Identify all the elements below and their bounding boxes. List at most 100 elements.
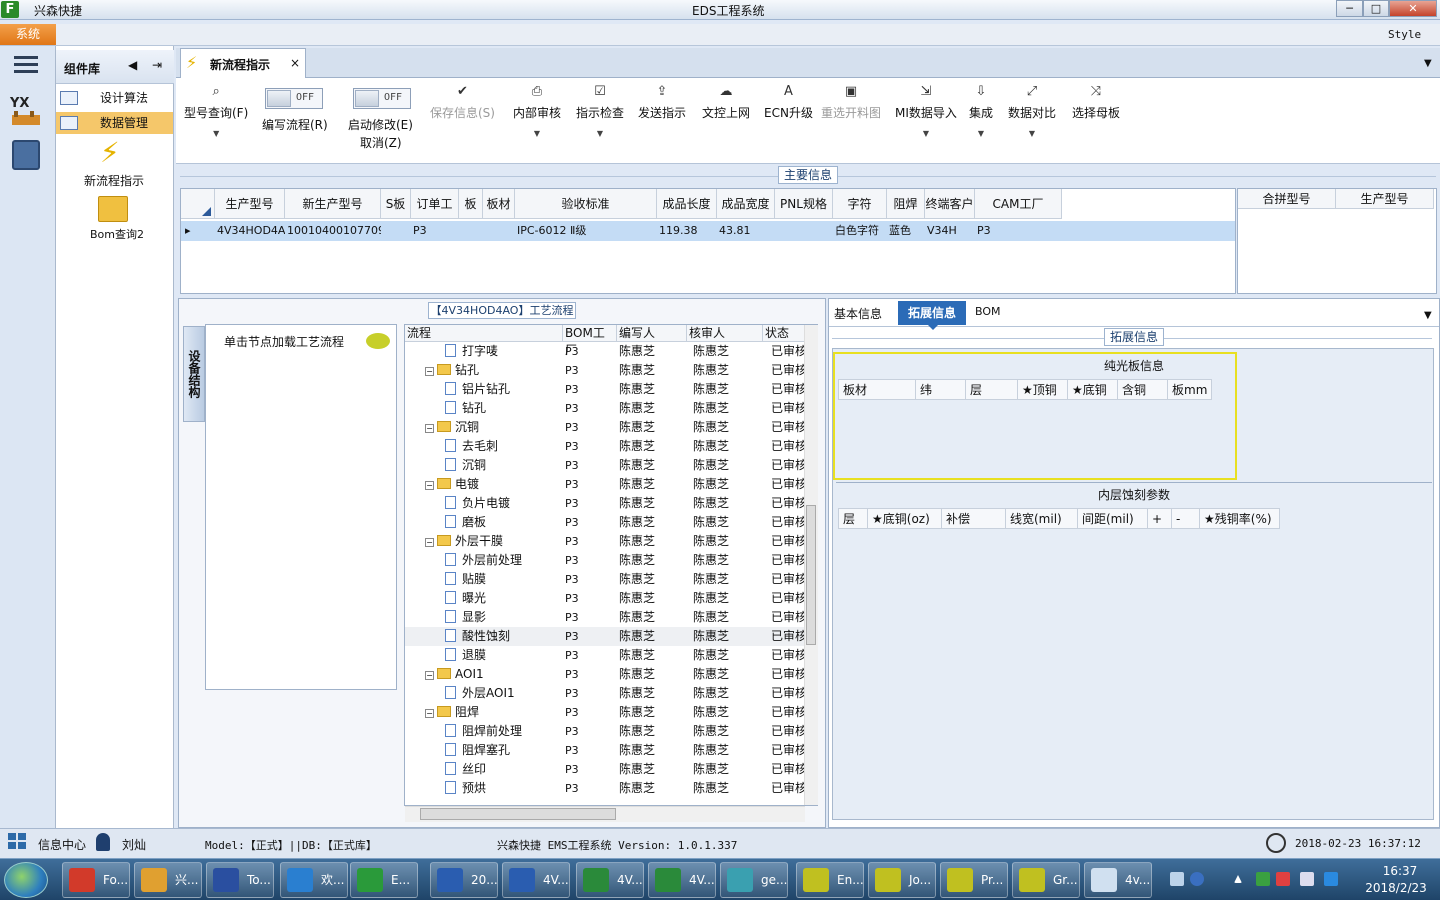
tree-node[interactable]: − 沉铜 xyxy=(425,418,545,437)
taskbar-item[interactable]: 4v... xyxy=(1084,862,1152,898)
component-item-design-algorithm[interactable]: 设计算法 xyxy=(56,87,173,109)
pin-icon[interactable]: ⇥ xyxy=(152,58,162,72)
tab-close-icon[interactable]: × xyxy=(290,56,300,70)
tree-node[interactable]: 丝印 xyxy=(445,760,565,779)
tree-vertical-thumb[interactable] xyxy=(806,505,816,645)
table-cell[interactable]: P3 xyxy=(413,221,459,241)
table-cell[interactable]: P3 xyxy=(977,221,1062,241)
tree-row[interactable]: − 阻焊 P3 陈惠芝 陈惠芝 已审核 xyxy=(405,703,809,722)
column-header[interactable]: 订单工厂 xyxy=(411,189,459,241)
yx-factory-icon[interactable]: YX xyxy=(10,96,42,128)
inner-etch-column[interactable]: 线宽(mil) xyxy=(1006,508,1078,529)
tree-row[interactable]: 阻焊前处理 P3 陈惠芝 陈惠芝 已审核 xyxy=(405,722,809,741)
column-header[interactable]: 生产型号 xyxy=(1336,189,1434,209)
tree-node[interactable]: 预烘 xyxy=(445,779,565,798)
tree-node[interactable]: 钻孔 xyxy=(445,399,565,418)
inner-etch-column[interactable]: 间距(mil) xyxy=(1078,508,1148,529)
table-cell[interactable]: 10010400107709 xyxy=(287,221,381,241)
tree-horizontal-thumb[interactable] xyxy=(420,808,616,820)
new-flow-label[interactable]: 新流程指示 xyxy=(84,172,144,189)
taskbar-item[interactable]: 4V... xyxy=(576,862,644,898)
collapse-icon[interactable]: − xyxy=(425,538,434,547)
tree-row[interactable]: − 外层干膜 P3 陈惠芝 陈惠芝 已审核 xyxy=(405,532,809,551)
tree-row[interactable]: − 钻孔 P3 陈惠芝 陈惠芝 已审核 xyxy=(405,361,809,380)
ribbon-button-printer[interactable]: ⎙ 内部审核 ▼ xyxy=(513,84,561,138)
tree-row[interactable]: 沉铜 P3 陈惠芝 陈惠芝 已审核 xyxy=(405,456,809,475)
help-icon[interactable] xyxy=(1190,872,1204,886)
table-cell[interactable]: IPC-6012 Ⅱ级 xyxy=(517,221,657,241)
speaker-icon[interactable] xyxy=(1324,872,1338,886)
ribbon-button-checkbox[interactable]: ☑ 指示检查 ▼ xyxy=(576,84,624,138)
tree-node[interactable]: 外层前处理 xyxy=(445,551,565,570)
lightning-icon[interactable]: ⚡ xyxy=(100,137,126,169)
tree-node[interactable]: 沉铜 xyxy=(445,456,565,475)
column-header[interactable]: 新生产型号 xyxy=(285,189,381,219)
tree-row[interactable]: − AOI1 P3 陈惠芝 陈惠芝 已审核 xyxy=(405,665,809,684)
tree-row[interactable]: 预烘 P3 陈惠芝 陈惠芝 已审核 xyxy=(405,779,809,798)
grid-icon[interactable] xyxy=(8,833,28,851)
chevron-down-icon[interactable]: ▼ xyxy=(969,129,993,138)
taskbar-item[interactable]: Pr... xyxy=(940,862,1008,898)
tree-node[interactable]: − 外层干膜 xyxy=(425,532,545,551)
taskbar-item[interactable]: 20... xyxy=(430,862,498,898)
inner-etch-column[interactable]: 补偿 xyxy=(942,508,1006,529)
table-cell[interactable] xyxy=(485,221,515,241)
minimize-button[interactable]: ─ xyxy=(1336,0,1363,17)
tree-row[interactable]: 外层前处理 P3 陈惠芝 陈惠芝 已审核 xyxy=(405,551,809,570)
inner-etch-column[interactable]: ★底铜(oz) xyxy=(868,508,942,529)
inner-etch-column[interactable]: - xyxy=(1172,508,1200,529)
ribbon-button-download[interactable]: ⇩ 集成 ▼ xyxy=(969,84,993,138)
taskbar-item[interactable]: To... xyxy=(206,862,274,898)
table-cell[interactable]: 119.38 xyxy=(659,221,717,241)
inner-etch-column[interactable]: ★残铜率(%) xyxy=(1200,508,1280,529)
taskbar-time[interactable]: 16:37 xyxy=(1370,864,1430,878)
collapse-icon[interactable]: − xyxy=(425,367,434,376)
bom-query-label[interactable]: Bom查询2 xyxy=(90,226,144,242)
tree-node[interactable]: 退膜 xyxy=(445,646,565,665)
chevron-down-icon[interactable]: ▼ xyxy=(895,129,957,138)
taskbar-item[interactable]: Jo... xyxy=(868,862,936,898)
column-header[interactable]: 终端客户代码 xyxy=(925,189,975,241)
column-header[interactable]: 板厚 xyxy=(459,189,483,241)
tree-row[interactable]: 酸性蚀刻 P3 陈惠芝 陈惠芝 已审核 xyxy=(405,627,809,646)
column-header[interactable]: 成品宽度 xyxy=(717,189,775,219)
ribbon-button-shuffle[interactable]: ⤨ 选择母板 xyxy=(1072,84,1120,121)
collapse-icon[interactable]: − xyxy=(425,671,434,680)
column-header[interactable]: 验收标准 xyxy=(515,189,657,219)
table-cell[interactable] xyxy=(383,221,411,241)
tree-row[interactable]: 外层AOI1 P3 陈惠芝 陈惠芝 已审核 xyxy=(405,684,809,703)
tab-bom[interactable]: BOM xyxy=(975,305,1001,318)
tree-row[interactable]: 去毛刺 P3 陈惠芝 陈惠芝 已审核 xyxy=(405,437,809,456)
tab-extended-info[interactable]: 拓展信息 xyxy=(898,301,966,325)
tree-node[interactable]: 贴膜 xyxy=(445,570,565,589)
chevron-down-icon[interactable]: ▼ xyxy=(184,129,248,138)
taskbar-item[interactable]: Fo... xyxy=(62,862,130,898)
info-center-link[interactable]: 信息中心 xyxy=(38,836,86,853)
taskbar-item[interactable]: En... xyxy=(796,862,864,898)
close-button[interactable]: ✕ xyxy=(1389,0,1437,17)
tab-basic-info[interactable]: 基本信息 xyxy=(834,305,882,322)
collapse-icon[interactable]: − xyxy=(425,424,434,433)
keyboard-icon[interactable] xyxy=(1170,872,1184,886)
collapse-icon[interactable]: − xyxy=(425,481,434,490)
tab-dropdown-icon[interactable]: ▼ xyxy=(1424,58,1432,69)
hamburger-icon[interactable] xyxy=(14,56,38,74)
tree-row[interactable]: 曝光 P3 陈惠芝 陈惠芝 已审核 xyxy=(405,589,809,608)
tab-label[interactable]: 新流程指示 xyxy=(210,56,270,73)
taskbar-item[interactable]: 4V... xyxy=(502,862,570,898)
tree-node[interactable]: 显影 xyxy=(445,608,565,627)
ribbon-button-compare[interactable]: ⤢ 数据对比 ▼ xyxy=(1008,84,1056,138)
taskbar-date[interactable]: 2018/2/23 xyxy=(1356,881,1436,895)
calculator-icon[interactable] xyxy=(12,140,40,170)
tree-row[interactable]: 磨板 P3 陈惠芝 陈惠芝 已审核 xyxy=(405,513,809,532)
taskbar-item[interactable]: Gr... xyxy=(1012,862,1080,898)
table-cell[interactable]: V34H xyxy=(927,221,975,241)
column-header[interactable]: 板材 xyxy=(483,189,515,219)
enable-edit-toggle[interactable]: OFF xyxy=(353,88,411,109)
tree-column-header[interactable]: BOM工厂 xyxy=(563,325,617,357)
tree-column-header[interactable]: 编写人 xyxy=(617,325,687,342)
tree-node[interactable]: 铝片钻孔 xyxy=(445,380,565,399)
collapse-left-icon[interactable]: ◀ xyxy=(128,58,137,72)
chevron-down-icon[interactable]: ▼ xyxy=(576,129,624,138)
tree-column-header[interactable]: 流程 xyxy=(405,325,563,342)
